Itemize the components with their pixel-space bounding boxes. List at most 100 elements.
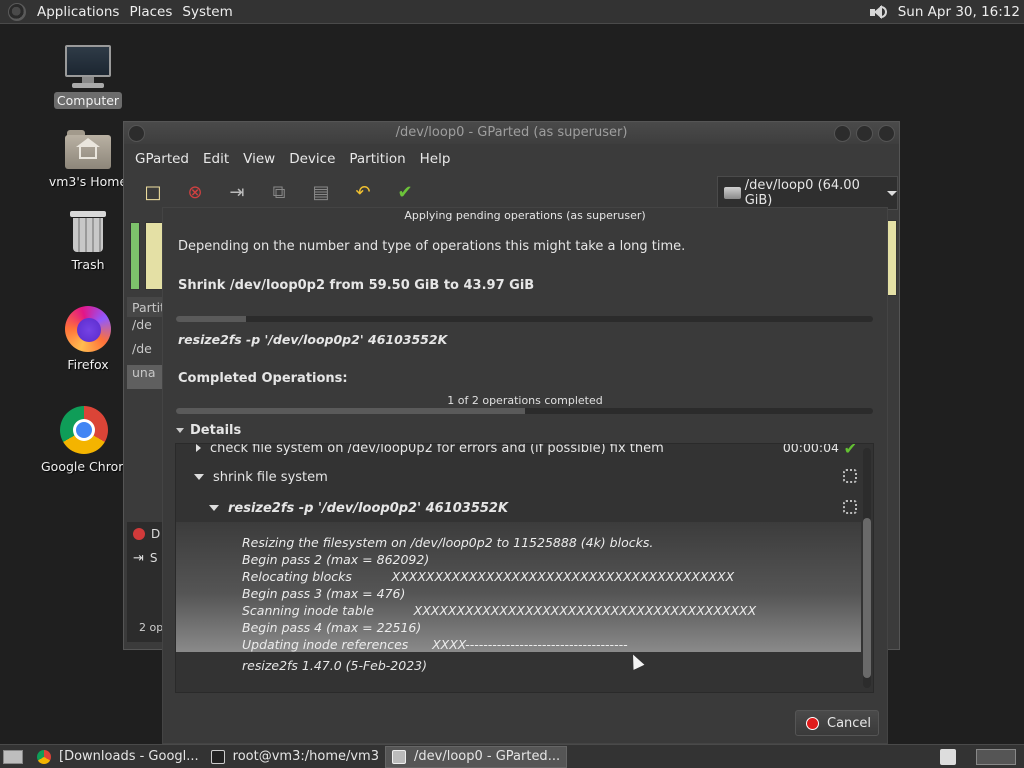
menu-gparted[interactable]: GParted (135, 151, 189, 167)
output-line: Begin pass 2 (max = 862092) (242, 552, 430, 567)
current-command: resize2fs -p '/dev/loop0p2' 46103552K (178, 332, 448, 347)
cancel-label: Cancel (827, 715, 872, 731)
status-bar: 2 op (139, 621, 164, 634)
delete-partition-button[interactable]: ⊗ (174, 175, 216, 209)
chrome-icon (37, 749, 51, 764)
partition-list: Partit /de /de una (127, 297, 167, 389)
success-check-icon: ✔ (843, 443, 857, 458)
resize-icon: ⇥ (133, 550, 144, 566)
output-line: Resizing the filesystem on /dev/loop0p2 … (242, 535, 654, 550)
output-line: Begin pass 3 (max = 476) (242, 586, 406, 601)
details-tree[interactable]: check file system on /dev/loop0p2 for er… (175, 443, 874, 693)
taskbar-item-label: [Downloads - Googl... (59, 749, 199, 764)
chrome-icon (60, 406, 108, 454)
details-scrollbar[interactable] (863, 448, 871, 688)
version-line: resize2fs 1.47.0 (5-Feb-2023) (242, 658, 427, 673)
stop-icon (806, 716, 819, 730)
applications-menu[interactable]: Applications (32, 4, 124, 20)
taskbar-item-gparted[interactable]: /dev/loop0 - GParted... (385, 745, 568, 768)
clock[interactable]: Sun Apr 30, 16:12 (898, 4, 1020, 20)
output-line: Scanning inode table XXXXXXXXXXXXXXXXXXX… (242, 603, 757, 618)
current-operation-progress (176, 316, 873, 322)
minimize-button[interactable] (834, 125, 851, 142)
busy-icon (843, 469, 857, 483)
completed-operations-progress (176, 408, 873, 414)
window-title: /dev/loop0 - GParted (as superuser) (395, 125, 628, 140)
menubar: GParted Edit View Device Partition Help (128, 148, 457, 170)
chevron-down-icon[interactable] (194, 474, 204, 480)
desktop-icon-chrome[interactable]: Google Chrome (38, 406, 130, 475)
workspace-switcher[interactable] (976, 749, 1016, 765)
dialog-title: Applying pending operations (as superuse… (404, 209, 646, 222)
trash-icon[interactable] (940, 749, 956, 765)
detail-row-label: resize2fs -p '/dev/loop0p2' 46103552K (228, 500, 509, 516)
taskbar-item-terminal[interactable]: root@vm3:/home/vm3 (205, 746, 385, 768)
close-button[interactable] (878, 125, 895, 142)
top-panel: Applications Places System Sun Apr 30, 1… (0, 0, 1024, 24)
paste-button[interactable]: ▤ (300, 175, 342, 209)
menu-edit[interactable]: Edit (203, 151, 229, 167)
undo-icon: ↶ (355, 181, 371, 203)
window-titlebar[interactable]: /dev/loop0 - GParted (as superuser) (124, 122, 899, 144)
taskbar-item-label: root@vm3:/home/vm3 (232, 749, 379, 764)
apply-check-icon: ✔ (397, 181, 413, 203)
places-menu[interactable]: Places (124, 4, 177, 20)
system-menu[interactable]: System (177, 4, 237, 20)
apply-operations-dialog: Applying pending operations (as superuse… (162, 207, 888, 744)
show-desktop-icon[interactable] (3, 749, 23, 764)
undo-button[interactable]: ↶ (342, 175, 384, 209)
command-output: Resizing the filesystem on /dev/loop0p2 … (176, 522, 861, 652)
desktop-icon-label: Computer (53, 92, 123, 109)
menu-partition[interactable]: Partition (349, 151, 405, 167)
output-line: Relocating blocks XXXXXXXXXXXXXXXXXXXXXX… (242, 569, 735, 584)
pending-operation-row[interactable]: D (127, 522, 167, 546)
menu-help[interactable]: Help (420, 151, 451, 167)
current-operation: Shrink /dev/loop0p2 from 59.50 GiB to 43… (178, 278, 535, 293)
bottom-panel: [Downloads - Googl... root@vm3:/home/vm3… (0, 744, 1024, 768)
dialog-intro: Depending on the number and type of oper… (178, 239, 686, 254)
menu-device[interactable]: Device (289, 151, 335, 167)
partition-graph[interactable] (127, 222, 163, 292)
detail-row-command[interactable]: resize2fs -p '/dev/loop0p2' 46103552K (176, 496, 861, 520)
distro-logo-icon[interactable] (8, 2, 26, 21)
terminal-icon (210, 749, 225, 764)
chevron-down-icon[interactable] (209, 505, 219, 511)
copy-button[interactable]: ⧉ (258, 175, 300, 209)
chevron-right-icon[interactable] (196, 444, 201, 452)
detail-row-label: check file system on /dev/loop0p2 for er… (210, 443, 664, 456)
partition-row[interactable]: /de (127, 341, 167, 365)
apply-button[interactable]: ✔ (384, 175, 426, 209)
cancel-button[interactable]: Cancel (795, 710, 879, 736)
menu-view[interactable]: View (243, 151, 275, 167)
details-label: Details (190, 423, 242, 438)
desktop-icon-label: Firefox (67, 357, 109, 372)
detail-row-check[interactable]: check file system on /dev/loop0p2 for er… (176, 443, 861, 460)
paste-icon: ▤ (312, 181, 330, 203)
pending-operation-row[interactable]: ⇥ S (127, 546, 167, 570)
resize-move-button[interactable]: ⇥ (216, 175, 258, 209)
taskbar-item-label: /dev/loop0 - GParted... (414, 749, 561, 764)
partition-column-header[interactable]: Partit (127, 297, 167, 317)
details-expander[interactable]: Details (176, 423, 241, 438)
home-folder-icon (65, 129, 111, 169)
device-selector[interactable]: /dev/loop0 (64.00 GiB) (717, 176, 898, 210)
volume-icon[interactable] (868, 3, 888, 21)
partition-row[interactable]: una (127, 365, 167, 389)
computer-icon (64, 45, 112, 89)
maximize-button[interactable] (856, 125, 873, 142)
resize-icon: ⇥ (229, 181, 245, 203)
toolbar: □ ⊗ ⇥ ⧉ ▤ ↶ ✔ (132, 175, 426, 209)
desktop-icon-label: vm3's Home (48, 174, 128, 189)
desktop-icon-computer[interactable]: Computer (38, 45, 138, 109)
delete-icon: ⊗ (187, 181, 203, 203)
gparted-icon (392, 749, 406, 764)
taskbar-item-chrome[interactable]: [Downloads - Googl... (31, 746, 205, 768)
new-partition-button[interactable]: □ (132, 175, 174, 209)
delete-icon (133, 528, 145, 540)
output-line: Begin pass 4 (max = 22516) (242, 620, 422, 635)
desktop-icon-label: Trash (71, 257, 105, 272)
partition-row[interactable]: /de (127, 317, 167, 341)
detail-row-label: shrink file system (213, 469, 328, 485)
completed-operations-label: Completed Operations: (178, 371, 348, 386)
detail-row-shrink[interactable]: shrink file system (176, 465, 861, 489)
